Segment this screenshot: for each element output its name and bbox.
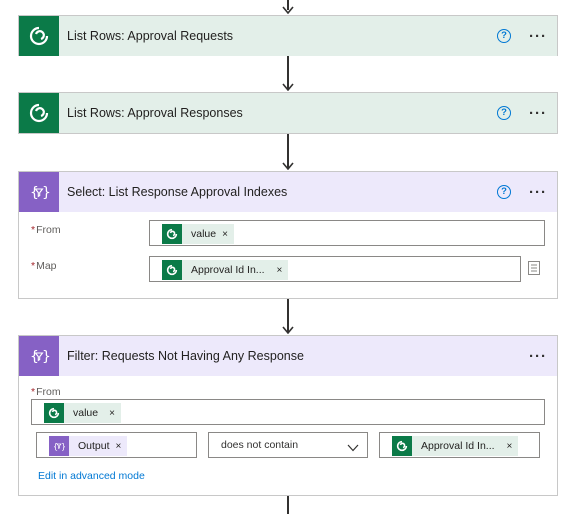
arrow-down-icon [282, 83, 294, 91]
help-icon[interactable]: ? [497, 185, 511, 199]
card-title: Filter: Requests Not Having Any Response [67, 349, 304, 363]
dataverse-icon [19, 93, 59, 133]
connector-bottom [287, 496, 289, 514]
from-input[interactable]: value × [31, 399, 545, 425]
from-label: *From [31, 224, 61, 236]
data-operation-icon: {} [19, 336, 59, 376]
card-header[interactable]: {} Select: List Response Approval Indexe… [19, 172, 557, 212]
dynamic-token[interactable]: Approval Id In... × [162, 260, 289, 280]
svg-text:}: } [42, 349, 50, 365]
help-icon[interactable]: ? [497, 106, 511, 120]
switch-map-mode-icon[interactable] [527, 260, 541, 279]
svg-text:{: { [30, 185, 39, 201]
svg-text:}: } [42, 185, 50, 201]
data-operation-icon: {} [19, 172, 59, 212]
edit-advanced-mode-link[interactable]: Edit in advanced mode [38, 470, 145, 482]
data-operation-icon: {} [49, 436, 69, 456]
condition-right-input[interactable]: Approval Id In... × [379, 432, 540, 458]
card-title: List Rows: Approval Requests [67, 29, 234, 43]
token-label: Approval Id In... [191, 264, 265, 276]
arrow-down-icon [282, 326, 294, 334]
token-label: Approval Id In... [421, 440, 495, 452]
dynamic-token[interactable]: value × [162, 224, 234, 244]
remove-token-icon[interactable]: × [116, 441, 122, 452]
card-header[interactable]: List Rows: Approval Requests ? ··· [19, 16, 557, 56]
remove-token-icon[interactable]: × [277, 265, 283, 276]
dynamic-token[interactable]: value × [44, 403, 121, 423]
action-card-list-rows-approval-requests[interactable]: List Rows: Approval Requests ? ··· [18, 15, 558, 56]
remove-token-icon[interactable]: × [222, 229, 228, 240]
dataverse-icon [392, 436, 412, 456]
card-header[interactable]: List Rows: Approval Responses ? ··· [19, 93, 557, 133]
token-label: value [73, 407, 99, 419]
operator-selected-value: does not contain [221, 439, 299, 451]
token-label: Output [78, 440, 110, 452]
dynamic-token[interactable]: Approval Id In... × [392, 436, 519, 456]
action-card-select[interactable]: {} Select: List Response Approval Indexe… [18, 171, 558, 299]
operator-dropdown[interactable]: does not contain [208, 432, 368, 458]
from-input[interactable]: value × [149, 220, 545, 246]
action-card-list-rows-approval-responses[interactable]: List Rows: Approval Responses ? ··· [18, 92, 558, 134]
card-title: Select: List Response Approval Indexes [67, 185, 288, 199]
card-header[interactable]: {} Filter: Requests Not Having Any Respo… [19, 336, 557, 376]
more-options-icon[interactable]: ··· [529, 185, 547, 200]
chevron-down-icon [347, 441, 359, 455]
arrow-down-icon [282, 6, 294, 14]
token-label: value [191, 228, 217, 240]
map-label: *Map [31, 260, 57, 272]
dataverse-icon [44, 403, 64, 423]
remove-token-icon[interactable]: × [507, 441, 513, 452]
from-label: *From [31, 386, 61, 398]
dataverse-icon [19, 16, 59, 56]
svg-text:}: } [61, 442, 65, 451]
card-title: List Rows: Approval Responses [67, 106, 243, 120]
map-input[interactable]: Approval Id In... × [149, 256, 521, 282]
condition-left-input[interactable]: {} Output × [36, 432, 197, 458]
more-options-icon[interactable]: ··· [529, 106, 547, 121]
help-icon[interactable]: ? [497, 29, 511, 43]
svg-text:{: { [30, 349, 39, 365]
dataverse-icon [162, 260, 182, 280]
more-options-icon[interactable]: ··· [529, 349, 547, 364]
dataverse-icon [162, 224, 182, 244]
more-options-icon[interactable]: ··· [529, 29, 547, 44]
action-card-filter[interactable]: {} Filter: Requests Not Having Any Respo… [18, 335, 558, 496]
svg-text:{: { [53, 442, 58, 451]
arrow-down-icon [282, 162, 294, 170]
dynamic-token[interactable]: {} Output × [49, 436, 128, 456]
remove-token-icon[interactable]: × [109, 408, 115, 419]
